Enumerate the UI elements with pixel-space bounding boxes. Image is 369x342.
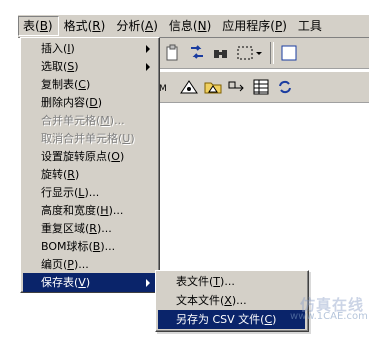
toolbar-top	[160, 38, 369, 69]
menu-tools[interactable]: 工具	[293, 16, 328, 36]
menu-format[interactable]: 格式(R)	[59, 16, 112, 36]
symbol-icon[interactable]	[178, 76, 200, 98]
menu-item-merge-cells: 合并单元格(M)...	[41, 114, 125, 127]
submenu-arrow-icon	[146, 45, 150, 53]
menu-analysis[interactable]: 分析(A)	[111, 16, 164, 36]
selection-box-icon[interactable]	[234, 42, 264, 64]
folder-symbol-icon[interactable]	[202, 76, 224, 98]
menu-item-delete-contents[interactable]: 删除内容(D)	[23, 93, 156, 112]
menu-item-unmerge-cells: 取消合并单元格(U)	[41, 132, 135, 145]
menu-item-set-rotation-origin[interactable]: 设置旋转原点(O)	[23, 147, 156, 166]
menu-table[interactable]: 表(B)	[18, 16, 59, 36]
menu-item-select[interactable]: 选取(S)	[23, 57, 156, 76]
menu-item-copy-table[interactable]: 复制表(C)	[23, 75, 156, 94]
menu-item-line-display[interactable]: 行显示(L)...	[23, 183, 156, 202]
menu-item-insert[interactable]: 插入(I)	[23, 39, 156, 58]
table-menu: 插入(I) 选取(S) 复制表(C) 删除内容(D) 合并单元格(M)... 取…	[20, 37, 160, 293]
menu-item-height-width[interactable]: 高度和宽度(H)...	[23, 201, 156, 220]
save-table-submenu: 表文件(T)... 文本文件(X)... 另存为 CSV 文件(C)	[155, 270, 309, 332]
submenu-arrow-icon	[146, 63, 150, 71]
submenu-arrow-icon	[146, 279, 150, 287]
watermark: 仿真在线 www.1CAE.com	[290, 296, 368, 323]
submenu-item-table-file[interactable]: 表文件(T)...	[158, 272, 305, 291]
menu-item-repeat-region[interactable]: 重复区域(R)...	[23, 219, 156, 238]
svg-text:M: M	[159, 84, 167, 94]
menu-item-pagination[interactable]: 编页(P)...	[23, 255, 156, 274]
refresh-icon[interactable]	[274, 76, 296, 98]
submenu-item-text-file[interactable]: 文本文件(X)...	[158, 291, 305, 310]
menu-info[interactable]: 信息(N)	[164, 16, 217, 36]
leader-icon[interactable]	[226, 76, 248, 98]
toolbar-separator	[270, 42, 274, 64]
find-icon[interactable]	[210, 42, 232, 64]
window-icon[interactable]	[278, 42, 300, 64]
menu-applications[interactable]: 应用程序(P)	[217, 16, 293, 36]
table-icon[interactable]	[250, 76, 272, 98]
menu-item-bom-balloon[interactable]: BOM球标(B)...	[23, 237, 156, 256]
menu-bar: 表(B) 格式(R) 分析(A) 信息(N) 应用程序(P) 工具	[18, 14, 369, 38]
menu-item-save-table[interactable]: 保存表(V)	[23, 273, 156, 292]
toolbar-annotation: M	[159, 72, 369, 103]
regenerate-icon[interactable]	[186, 42, 208, 64]
submenu-item-save-as-csv[interactable]: 另存为 CSV 文件(C)	[158, 310, 305, 329]
paste-icon[interactable]	[162, 42, 184, 64]
menu-item-rotate[interactable]: 旋转(R)	[23, 165, 156, 184]
